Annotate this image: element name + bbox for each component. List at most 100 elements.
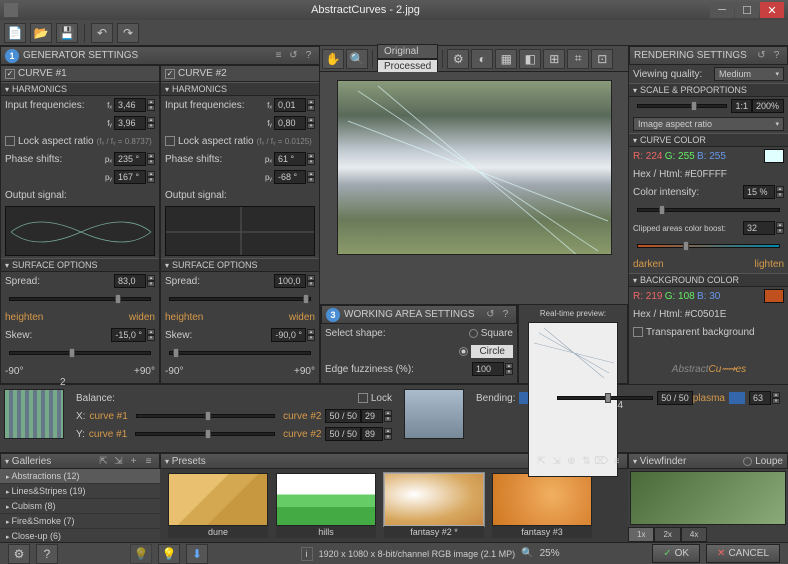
preset-thumb[interactable]: hills	[276, 473, 376, 538]
tool-icon[interactable]: ◧	[519, 49, 541, 69]
menu-icon[interactable]: ≡	[142, 455, 155, 468]
skew-1-input[interactable]: -15,0 °	[111, 328, 146, 342]
new-file-icon[interactable]: 📄	[4, 23, 26, 43]
skew-2-input[interactable]: -90,0 °	[271, 328, 306, 342]
tool-icon[interactable]: ▦	[495, 49, 517, 69]
edge-fuzz-input[interactable]: 100	[472, 362, 504, 376]
balance-x-input[interactable]: 29	[361, 409, 383, 423]
bg-color-header[interactable]: BACKGROUND COLOR	[629, 273, 788, 287]
bending-input[interactable]: 63	[749, 391, 771, 405]
bulb-off-icon[interactable]: 💡	[130, 544, 152, 564]
info-icon[interactable]: i	[301, 547, 313, 561]
gallery-item[interactable]: Abstractions (12)	[0, 469, 160, 484]
viewfinder-image[interactable]	[630, 471, 786, 525]
zoom-2x-button[interactable]: 2x	[654, 527, 680, 542]
curve-1-header[interactable]: ✓CURVE #1	[1, 66, 159, 82]
balance-thumb-2[interactable]	[404, 389, 464, 439]
preset-thumb[interactable]: dune	[168, 473, 268, 538]
fx-1-input[interactable]: 3,46	[114, 98, 146, 112]
help-icon[interactable]: ?	[770, 49, 783, 62]
image-preview[interactable]	[337, 80, 612, 255]
download-icon[interactable]: ⬇	[186, 544, 208, 564]
tool-icon[interactable]: ⊞	[543, 49, 565, 69]
square-radio[interactable]	[469, 329, 478, 338]
help-icon[interactable]: ?	[499, 308, 512, 321]
scale-slider[interactable]	[637, 104, 727, 108]
boost-input[interactable]: 32	[743, 221, 775, 235]
loupe-radio[interactable]	[743, 457, 752, 466]
spread-2-input[interactable]: 100,0	[274, 274, 306, 288]
tool-icon[interactable]: ◐	[471, 49, 493, 69]
spread-2-slider[interactable]	[169, 297, 311, 301]
zoom-1x-button[interactable]: 1x	[628, 527, 654, 542]
py-1-input[interactable]: 167 °	[114, 170, 146, 184]
curve-2-checkbox[interactable]: ✓	[165, 69, 175, 79]
zoom-tool-icon[interactable]: 🔍	[346, 49, 368, 69]
undo-icon[interactable]: ↶	[91, 23, 113, 43]
skew-1-slider[interactable]	[9, 351, 151, 355]
preset-thumb[interactable]: fantasy #2 *	[384, 473, 484, 538]
scale-header[interactable]: SCALE & PROPORTIONS	[629, 83, 788, 97]
bulb-on-icon[interactable]: 💡	[158, 544, 180, 564]
settings-icon[interactable]: ⚙	[8, 544, 30, 564]
balance-y-input[interactable]: 89	[361, 427, 383, 441]
fy-1-spinner[interactable]: ▴▾	[147, 117, 155, 129]
lock-balance-checkbox[interactable]	[358, 393, 368, 403]
hand-tool-icon[interactable]: ✋	[322, 49, 344, 69]
aspect-dropdown[interactable]: Image aspect ratio	[633, 117, 784, 131]
zoom-4x-button[interactable]: 4x	[681, 527, 707, 542]
menu-icon[interactable]: ≡	[272, 49, 285, 62]
import-icon[interactable]: ⇲	[112, 455, 125, 468]
balance-y-slider[interactable]	[135, 432, 275, 436]
surface-1-header[interactable]: SURFACE OPTIONS	[1, 258, 159, 272]
intensity-input[interactable]: 15 %	[743, 185, 775, 199]
open-file-icon[interactable]: 📂	[30, 23, 52, 43]
tool-icon[interactable]: ⚙	[447, 49, 469, 69]
tool-icon[interactable]: ⊡	[591, 49, 613, 69]
px-2-input[interactable]: 61 °	[274, 152, 306, 166]
reset-icon[interactable]: ↺	[755, 49, 768, 62]
circle-radio[interactable]	[459, 347, 468, 356]
reset-icon[interactable]: ↺	[287, 49, 300, 62]
transparent-bg-checkbox[interactable]	[633, 327, 643, 337]
close-button[interactable]: ✕	[760, 2, 784, 18]
gallery-item[interactable]: Cubism (8)	[0, 499, 160, 514]
ok-button[interactable]: ✓OK	[652, 544, 700, 563]
py-2-input[interactable]: -68 °	[274, 170, 306, 184]
zoom-input[interactable]: 200%	[752, 99, 784, 113]
bg-color-swatch[interactable]	[764, 289, 784, 303]
redo-icon[interactable]: ↷	[117, 23, 139, 43]
maximize-button[interactable]: ☐	[735, 2, 759, 18]
original-tab[interactable]: Original	[377, 44, 438, 59]
gallery-item[interactable]: Close-up (6)	[0, 529, 160, 542]
spread-1-input[interactable]: 83,0	[114, 274, 146, 288]
curve-color-header[interactable]: CURVE COLOR	[629, 133, 788, 147]
quality-dropdown[interactable]: Medium	[714, 67, 784, 81]
fy-2-input[interactable]: 0,80	[274, 116, 306, 130]
gallery-item[interactable]: Lines&Stripes (19)	[0, 484, 160, 499]
export-icon[interactable]: ⇱	[97, 455, 110, 468]
tool-icon[interactable]: ⌗	[567, 49, 589, 69]
cancel-button[interactable]: ✕CANCEL	[706, 544, 780, 563]
fx-2-input[interactable]: 0,01	[274, 98, 306, 112]
preset-thumb[interactable]: fantasy #3	[492, 473, 592, 538]
intensity-slider[interactable]	[637, 208, 780, 212]
add-icon[interactable]: +	[127, 455, 140, 468]
reset-icon[interactable]: ↺	[484, 308, 497, 321]
minimize-button[interactable]: ─	[710, 2, 734, 18]
curve-color-swatch[interactable]	[764, 149, 784, 163]
px-1-input[interactable]: 235 °	[114, 152, 146, 166]
help-icon[interactable]: ?	[36, 544, 58, 564]
curve-2-header[interactable]: ✓CURVE #2	[161, 66, 319, 82]
boost-slider[interactable]	[637, 244, 780, 248]
gallery-item[interactable]: Fire&Smoke (7)	[0, 514, 160, 529]
spread-1-slider[interactable]	[9, 297, 151, 301]
save-icon[interactable]: 💾	[56, 23, 78, 43]
curve-1-checkbox[interactable]: ✓	[5, 69, 15, 79]
fx-1-spinner[interactable]: ▴▾	[147, 99, 155, 111]
lock-aspect-2-checkbox[interactable]	[165, 136, 175, 146]
harmonics-1-header[interactable]: HARMONICS	[1, 82, 159, 96]
fy-1-input[interactable]: 3,96	[114, 116, 146, 130]
bending-slider[interactable]	[557, 396, 653, 400]
balance-thumb-1[interactable]	[4, 389, 64, 439]
